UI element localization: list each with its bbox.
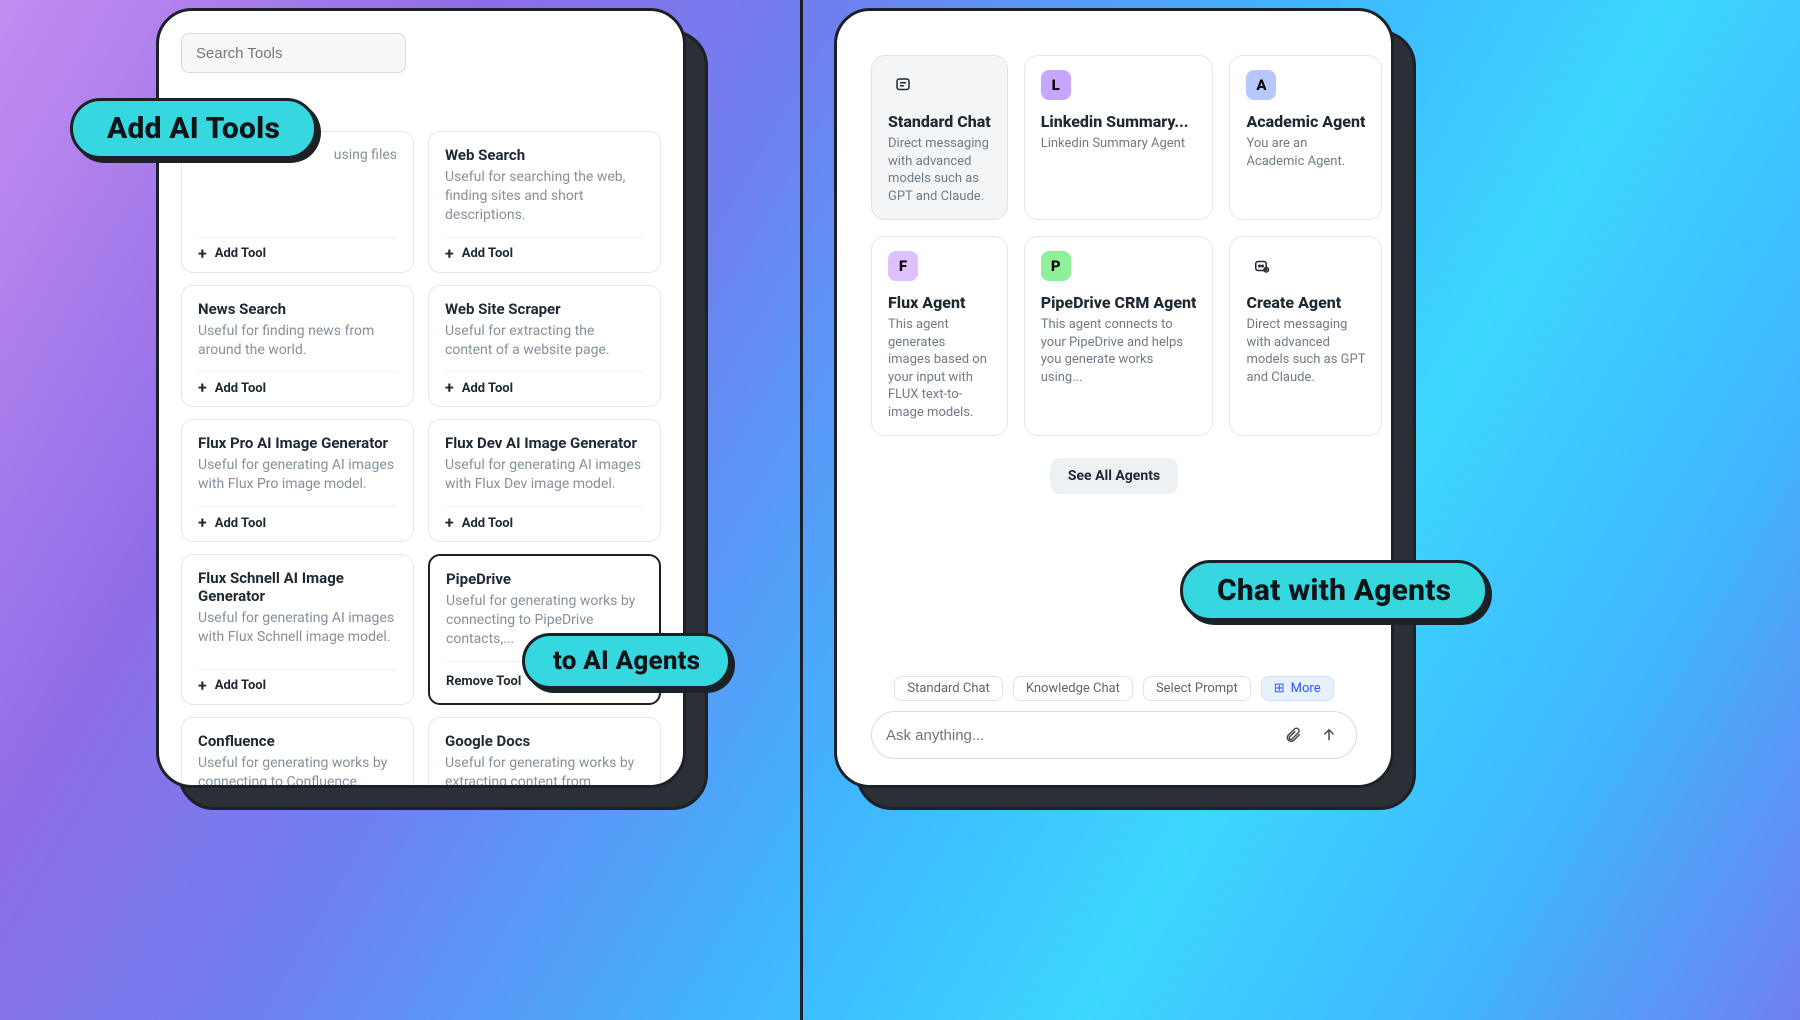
paperclip-icon: [1284, 726, 1302, 744]
create-agent-icon: [1246, 251, 1276, 281]
agent-letter-icon: A: [1246, 70, 1276, 100]
plus-icon: +: [445, 246, 454, 262]
chip-more-label: More: [1291, 681, 1321, 696]
agent-description: Linkedin Summary Agent: [1041, 135, 1197, 153]
add-tool-button[interactable]: + Add Tool: [198, 678, 266, 694]
agent-letter-icon: L: [1041, 70, 1071, 100]
agent-title: Academic Agent: [1246, 112, 1365, 131]
chat-mode-chips: Standard Chat Knowledge Chat Select Prom…: [871, 676, 1357, 701]
agent-description: You are an Academic Agent.: [1246, 135, 1365, 170]
tool-title: PipeDrive: [446, 570, 643, 588]
tool-description: Useful for extracting the content of a w…: [445, 322, 644, 360]
tool-card: Web Search Useful for searching the web,…: [428, 131, 661, 273]
tool-card: Google Docs Useful for generating works …: [428, 717, 661, 788]
tool-title: Flux Dev AI Image Generator: [445, 434, 644, 452]
agent-letter-icon: F: [888, 251, 918, 281]
plus-icon: +: [445, 515, 454, 531]
add-tool-button[interactable]: + Add Tool: [198, 380, 266, 396]
tool-card: News Search Useful for finding news from…: [181, 285, 414, 408]
pill-to-ai-agents: to AI Agents: [522, 633, 731, 689]
remove-tool-button[interactable]: Remove Tool: [446, 674, 521, 689]
tool-card: Flux Dev AI Image Generator Useful for g…: [428, 419, 661, 542]
tool-title: Web Search: [445, 146, 644, 164]
tool-description: Useful for generating AI images with Flu…: [445, 456, 644, 494]
add-tool-label: Add Tool: [462, 246, 513, 261]
agent-grid: Standard Chat Direct messaging with adva…: [871, 55, 1357, 436]
agent-title: PipeDrive CRM Agent: [1041, 293, 1197, 312]
agent-card-academic[interactable]: A Academic Agent You are an Academic Age…: [1229, 55, 1382, 220]
agent-title: Flux Agent: [888, 293, 991, 312]
agent-title: Linkedin Summary...: [1041, 112, 1197, 131]
chat-input-bar: [871, 711, 1357, 759]
plus-icon: +: [198, 678, 207, 694]
add-tool-button[interactable]: + Add Tool: [198, 246, 266, 262]
tool-title: Flux Pro AI Image Generator: [198, 434, 397, 452]
tool-card: Flux Pro AI Image Generator Useful for g…: [181, 419, 414, 542]
agent-description: Direct messaging with advanced models su…: [1246, 316, 1365, 386]
add-tool-button[interactable]: + Add Tool: [445, 246, 513, 262]
chip-more[interactable]: ⊞ More: [1261, 676, 1334, 701]
tool-description: Useful for generating works by extractin…: [445, 754, 644, 788]
tool-description: Useful for finding news from around the …: [198, 322, 397, 360]
tool-description: Useful for searching the web, finding si…: [445, 168, 644, 225]
agent-card-flux[interactable]: F Flux Agent This agent generates images…: [871, 236, 1008, 436]
arrow-up-icon: [1320, 726, 1338, 744]
agents-panel: Standard Chat Direct messaging with adva…: [834, 8, 1394, 788]
tool-description: Useful for generating works by connectin…: [198, 754, 397, 788]
plus-icon: +: [198, 246, 207, 262]
send-button[interactable]: [1316, 722, 1342, 748]
add-tool-button[interactable]: + Add Tool: [198, 515, 266, 531]
search-tools-input[interactable]: [181, 33, 406, 73]
chip-knowledge-chat[interactable]: Knowledge Chat: [1013, 676, 1133, 701]
agent-letter-icon: P: [1041, 251, 1071, 281]
tool-card: Web Site Scraper Useful for extracting t…: [428, 285, 661, 408]
pill-add-ai-tools: Add AI Tools: [70, 98, 317, 159]
agent-description: This agent generates images based on you…: [888, 316, 991, 421]
add-tool-label: Add Tool: [215, 381, 266, 396]
tool-title: Google Docs: [445, 732, 644, 750]
tool-title: Flux Schnell AI Image Generator: [198, 569, 397, 605]
agent-description: This agent connects to your PipeDrive an…: [1041, 316, 1197, 386]
tool-title: Confluence: [198, 732, 397, 750]
grid-icon: ⊞: [1274, 681, 1285, 696]
tool-description: Useful for generating AI images with Flu…: [198, 456, 397, 494]
chip-standard-chat[interactable]: Standard Chat: [894, 676, 1002, 701]
plus-icon: +: [198, 515, 207, 531]
agent-card-create[interactable]: Create Agent Direct messaging with advan…: [1229, 236, 1382, 436]
tool-description: Useful for generating AI images with Flu…: [198, 609, 397, 657]
agent-title: Standard Chat: [888, 112, 991, 131]
tool-card: Confluence Useful for generating works b…: [181, 717, 414, 788]
add-tool-label: Add Tool: [215, 678, 266, 693]
plus-icon: +: [445, 380, 454, 396]
chat-input[interactable]: [886, 727, 1270, 744]
add-tool-button[interactable]: + Add Tool: [445, 380, 513, 396]
agent-title: Create Agent: [1246, 293, 1365, 312]
attach-button[interactable]: [1280, 722, 1306, 748]
plus-icon: +: [198, 380, 207, 396]
tool-title: News Search: [198, 300, 397, 318]
add-tool-button[interactable]: + Add Tool: [445, 515, 513, 531]
add-tool-label: Add Tool: [215, 516, 266, 531]
agent-description: Direct messaging with advanced models su…: [888, 135, 991, 205]
chat-icon: [888, 70, 918, 100]
pill-chat-with-agents: Chat with Agents: [1180, 560, 1488, 621]
agent-card-pipedrive[interactable]: P PipeDrive CRM Agent This agent connect…: [1024, 236, 1214, 436]
add-tool-label: Add Tool: [215, 246, 266, 261]
see-all-agents-button[interactable]: See All Agents: [1050, 458, 1178, 494]
chip-select-prompt[interactable]: Select Prompt: [1143, 676, 1251, 701]
tool-card: Flux Schnell AI Image Generator Useful f…: [181, 554, 414, 705]
center-divider: [800, 0, 803, 1020]
tool-title: Web Site Scraper: [445, 300, 644, 318]
add-tool-label: Add Tool: [462, 516, 513, 531]
tool-grid: using files + Add Tool Web Search Useful…: [181, 131, 661, 788]
add-tool-label: Add Tool: [462, 381, 513, 396]
agent-card-linkedin[interactable]: L Linkedin Summary... Linkedin Summary A…: [1024, 55, 1214, 220]
agent-card-standard-chat[interactable]: Standard Chat Direct messaging with adva…: [871, 55, 1008, 220]
